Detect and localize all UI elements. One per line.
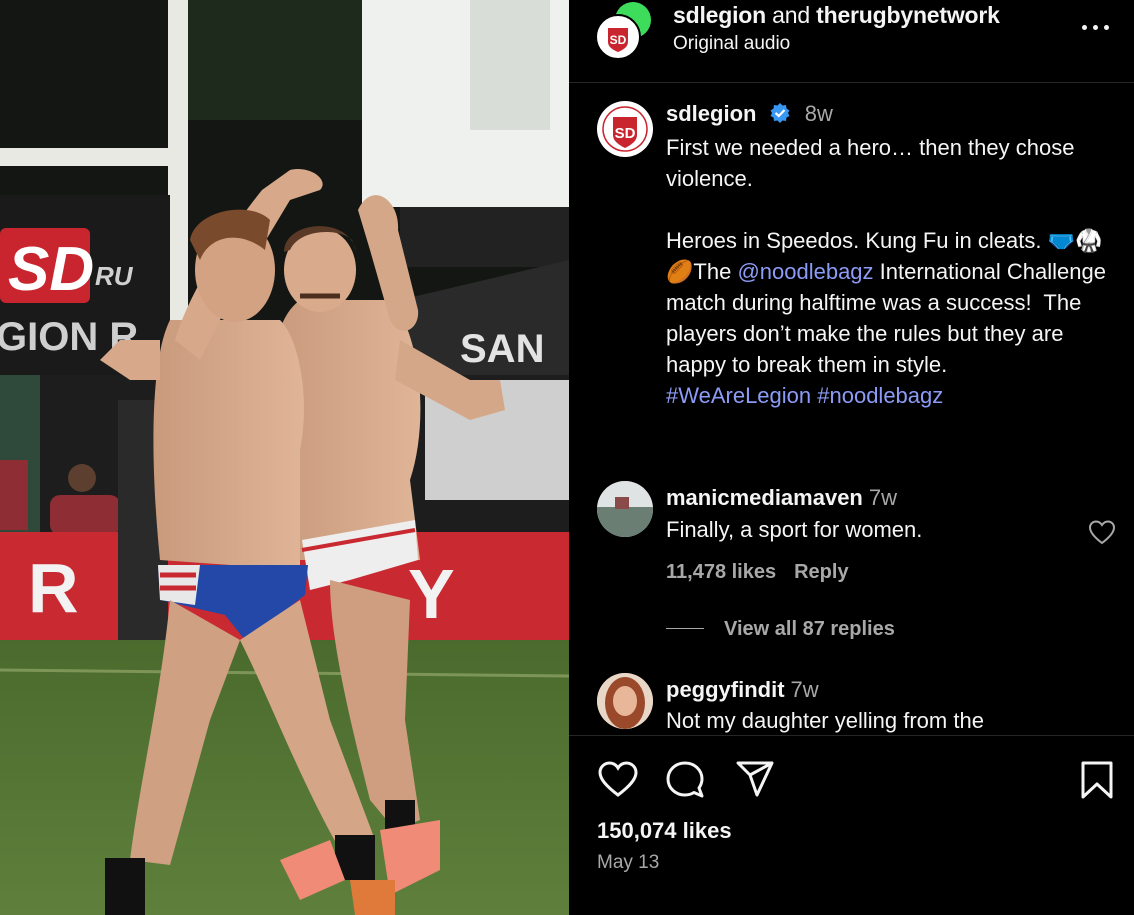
like-heart-icon[interactable] bbox=[597, 760, 639, 798]
post-header: SD sdlegion and therugbynetwork Original… bbox=[569, 0, 1134, 83]
reply-button[interactable]: Reply bbox=[794, 561, 848, 583]
username-therugbynetwork[interactable]: therugbynetwork bbox=[816, 2, 1000, 28]
more-options-icon[interactable] bbox=[1082, 16, 1112, 38]
comment-avatar[interactable] bbox=[597, 481, 653, 537]
banner-logo: SD bbox=[8, 235, 94, 304]
comment-username: manicmediamaven 7w bbox=[666, 485, 897, 510]
collab-usernames: sdlegion and therugbynetwork bbox=[673, 2, 1000, 28]
svg-text:Y: Y bbox=[408, 555, 455, 633]
avatar-image-icon bbox=[597, 481, 653, 537]
comments-scroll[interactable]: SD sdlegion 8w First we needed a hero… t… bbox=[569, 83, 1134, 735]
sdlegion-logo-icon: SD bbox=[598, 102, 652, 156]
comment-text: Finally, a sport for women. bbox=[666, 517, 923, 542]
post-actions: 150,074 likes May 13 bbox=[569, 735, 1134, 915]
comment-meta: 11,478 likes Reply bbox=[666, 561, 867, 584]
comment-text: Not my daughter yelling from the bbox=[666, 708, 984, 733]
mention-link[interactable]: @noodlebagz bbox=[737, 259, 873, 284]
save-bookmark-icon[interactable] bbox=[1079, 760, 1115, 800]
collab-avatars[interactable]: SD bbox=[595, 2, 655, 62]
comment-bubble-icon[interactable] bbox=[665, 760, 705, 800]
caption-username: sdlegion 8w bbox=[666, 101, 833, 127]
username-sdlegion[interactable]: sdlegion bbox=[673, 2, 766, 28]
post-date[interactable]: May 13 bbox=[597, 852, 659, 874]
svg-text:SD: SD bbox=[615, 125, 636, 142]
verified-badge-icon bbox=[770, 103, 790, 123]
comment-avatar[interactable] bbox=[597, 673, 653, 729]
svg-text:SAN: SAN bbox=[460, 327, 544, 371]
post-likes-count[interactable]: 150,074 likes bbox=[597, 818, 732, 844]
comment-likes[interactable]: 11,478 likes bbox=[666, 561, 776, 583]
video-frame: SD RU GION R SAN R Y bbox=[0, 0, 569, 915]
post-panel: SD sdlegion and therugbynetwork Original… bbox=[569, 0, 1134, 915]
hashtags-link[interactable]: #WeAreLegion #noodlebagz bbox=[666, 383, 943, 408]
caption-text: First we needed a hero… then they chose … bbox=[666, 135, 1113, 408]
share-send-icon[interactable] bbox=[735, 760, 775, 798]
avatar-image-icon bbox=[597, 673, 653, 729]
sdlegion-logo-icon: SD bbox=[598, 17, 638, 57]
post-media[interactable]: SD RU GION R SAN R Y bbox=[0, 0, 569, 915]
caption-avatar[interactable]: SD bbox=[597, 101, 653, 157]
svg-text:R: R bbox=[28, 549, 79, 627]
sdlegion-avatar[interactable]: SD bbox=[595, 14, 641, 60]
svg-text:RU: RU bbox=[95, 261, 134, 291]
comment-username: peggyfindit 7w bbox=[666, 677, 819, 702]
like-comment-heart-icon[interactable] bbox=[1088, 519, 1116, 545]
caption-username-link[interactable]: sdlegion bbox=[666, 101, 756, 126]
svg-text:SD: SD bbox=[610, 33, 627, 47]
audio-link[interactable]: Original audio bbox=[673, 33, 790, 55]
view-replies-button[interactable]: View all 87 replies bbox=[666, 618, 895, 641]
caption-time[interactable]: 8w bbox=[805, 101, 833, 126]
